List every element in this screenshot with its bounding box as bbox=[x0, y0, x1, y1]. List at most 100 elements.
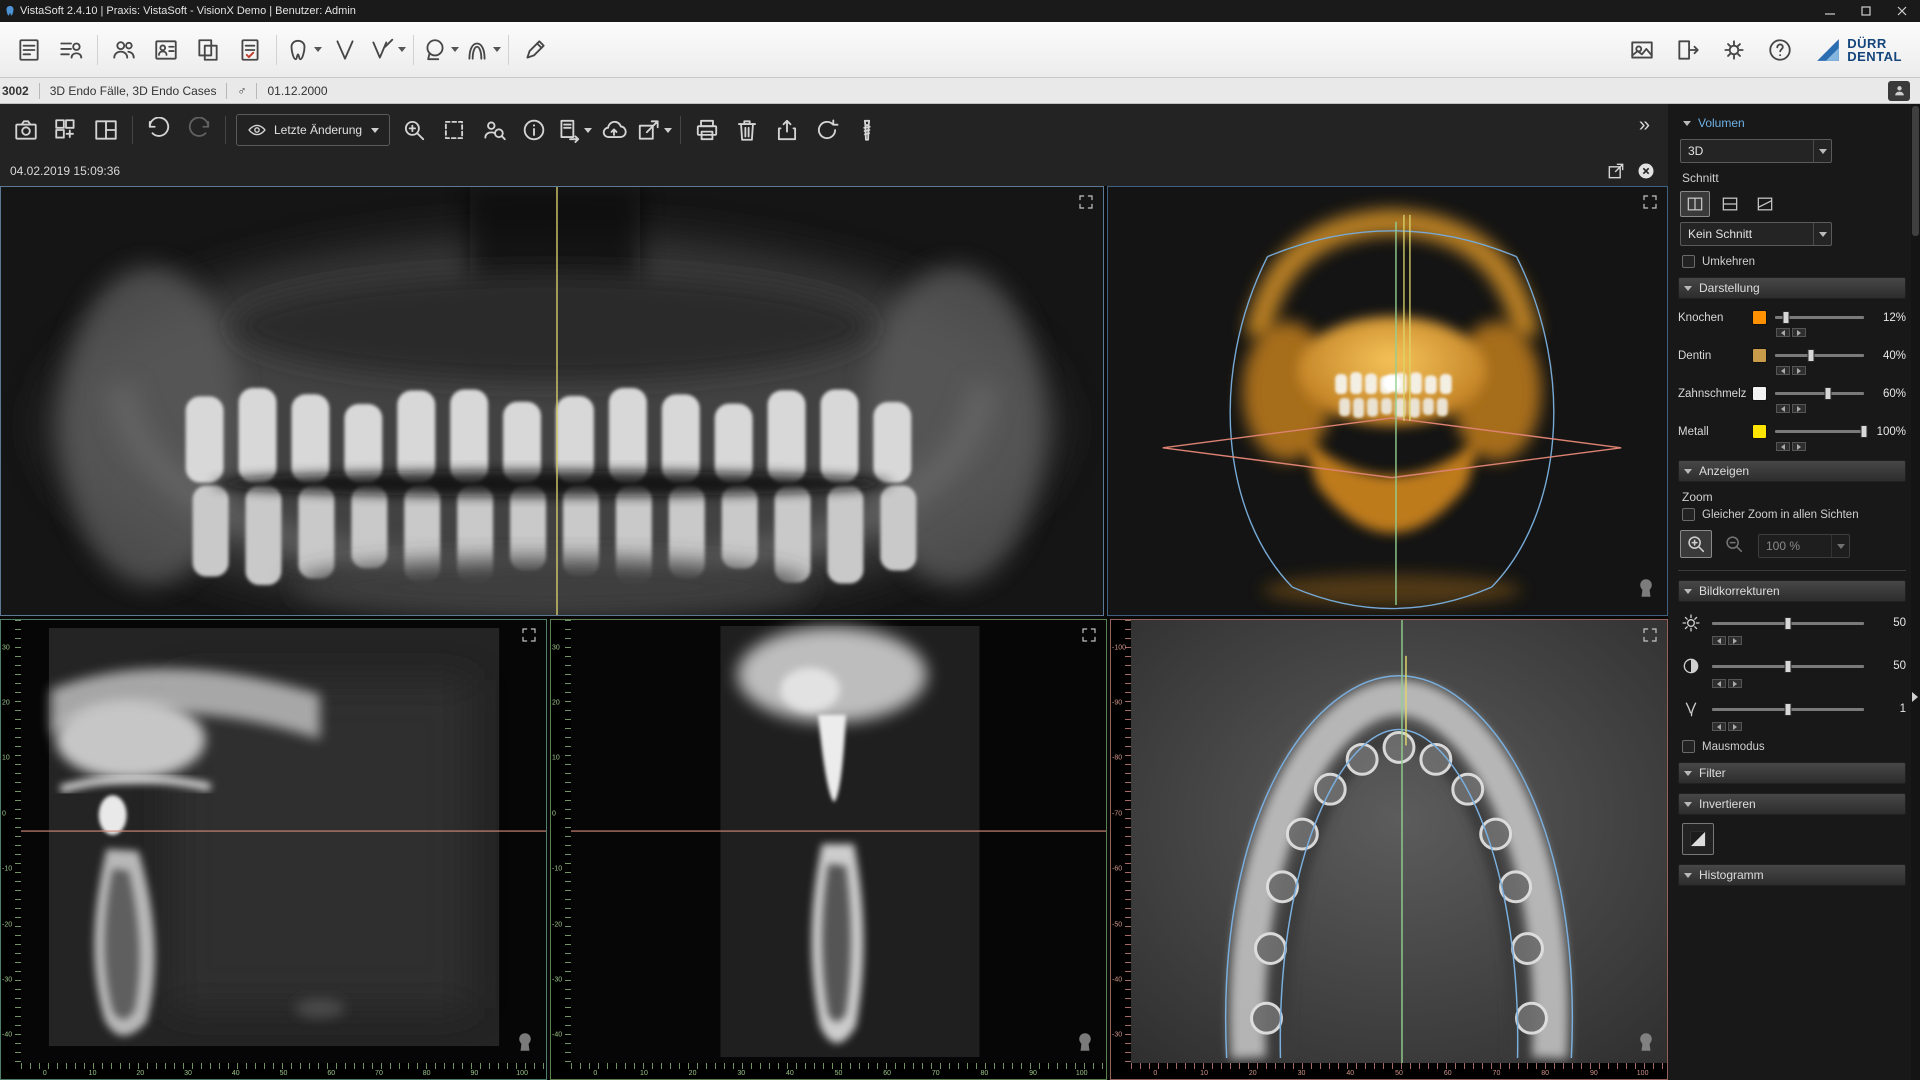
implant-tool-button[interactable] bbox=[847, 110, 887, 150]
panel-axial[interactable]: -100-90-80-70-60-50-40-30 01020304050607… bbox=[1110, 619, 1668, 1080]
section-invertieren[interactable]: Invertieren bbox=[1678, 793, 1906, 815]
slider-steppers[interactable] bbox=[1712, 679, 1906, 688]
slider-thumb[interactable] bbox=[1782, 311, 1789, 324]
report-export-button[interactable] bbox=[554, 110, 594, 150]
opacity-slider[interactable] bbox=[1775, 316, 1864, 319]
export-view-button[interactable] bbox=[634, 110, 674, 150]
patients-button[interactable] bbox=[103, 28, 145, 72]
contrast-slider[interactable] bbox=[1712, 665, 1864, 668]
slider-thumb[interactable] bbox=[1825, 387, 1832, 400]
color-swatch[interactable] bbox=[1752, 348, 1767, 363]
patient-session-icon[interactable] bbox=[1888, 81, 1910, 101]
zoom-in-button[interactable] bbox=[1680, 530, 1712, 558]
sync-button[interactable] bbox=[807, 110, 847, 150]
section-anzeigen[interactable]: Anzeigen bbox=[1678, 460, 1906, 482]
magnify-button[interactable] bbox=[394, 110, 434, 150]
print-button[interactable] bbox=[687, 110, 727, 150]
patient-search-button[interactable] bbox=[474, 110, 514, 150]
slider-steppers[interactable] bbox=[1776, 366, 1906, 375]
document-status-button[interactable] bbox=[229, 28, 271, 72]
patient-card-button[interactable] bbox=[145, 28, 187, 72]
zoom-level-select[interactable]: 100 % bbox=[1758, 534, 1850, 558]
scrollbar-thumb[interactable] bbox=[1912, 106, 1919, 236]
section-bildkorrekturen[interactable]: Bildkorrekturen bbox=[1678, 580, 1906, 602]
fullscreen-icon[interactable] bbox=[1641, 626, 1659, 649]
cloud-button[interactable] bbox=[594, 110, 634, 150]
section-filter[interactable]: Filter bbox=[1678, 762, 1906, 784]
umkehren-checkbox[interactable]: Umkehren bbox=[1682, 255, 1906, 268]
slice-vertical-button[interactable] bbox=[1680, 191, 1710, 217]
jaw-volume-button[interactable] bbox=[461, 28, 503, 72]
slice-horizontal-button[interactable] bbox=[1715, 191, 1745, 217]
transfer-button[interactable] bbox=[187, 28, 229, 72]
pen-button[interactable] bbox=[514, 28, 556, 72]
ceph-button[interactable] bbox=[419, 28, 461, 72]
invert-button[interactable] bbox=[1682, 823, 1714, 855]
slice-oblique-button[interactable] bbox=[1750, 191, 1780, 217]
tooth-menu-button[interactable] bbox=[282, 28, 324, 72]
orientation-head-icon[interactable] bbox=[514, 1030, 536, 1059]
close-view-icon[interactable] bbox=[1636, 161, 1656, 181]
fullscreen-icon[interactable] bbox=[520, 626, 538, 649]
section-volumen[interactable]: Volumen bbox=[1678, 112, 1906, 134]
info-button[interactable] bbox=[514, 110, 554, 150]
joblist-button[interactable] bbox=[8, 28, 50, 72]
color-swatch[interactable] bbox=[1752, 424, 1767, 439]
slider-steppers[interactable] bbox=[1776, 328, 1906, 337]
gamma-slider[interactable] bbox=[1712, 708, 1864, 711]
sidebar-scrollbar[interactable] bbox=[1911, 104, 1920, 1080]
orientation-head-icon[interactable] bbox=[1635, 576, 1657, 605]
slider-thumb[interactable] bbox=[1785, 617, 1792, 630]
panel-sagittal-2[interactable]: 3020100-10-20-30-40 01020304050607080901… bbox=[550, 619, 1107, 1080]
slider-steppers[interactable] bbox=[1776, 442, 1906, 451]
intraoral-button[interactable] bbox=[324, 28, 366, 72]
delete-button[interactable] bbox=[727, 110, 767, 150]
orientation-head-icon[interactable] bbox=[1074, 1030, 1096, 1059]
slider-steppers[interactable] bbox=[1712, 636, 1906, 645]
zoom-out-button[interactable] bbox=[1718, 530, 1750, 558]
minimize-button[interactable] bbox=[1812, 0, 1848, 22]
media-import-button[interactable] bbox=[1621, 28, 1663, 72]
slice-select[interactable]: Kein Schnitt bbox=[1680, 222, 1832, 246]
logout-button[interactable] bbox=[1667, 28, 1709, 72]
color-swatch[interactable] bbox=[1752, 386, 1767, 401]
opacity-slider[interactable] bbox=[1775, 354, 1864, 357]
fullscreen-icon[interactable] bbox=[1077, 193, 1095, 216]
panel-collapse-arrow[interactable] bbox=[1912, 692, 1918, 702]
opacity-slider[interactable] bbox=[1775, 430, 1864, 433]
slider-thumb[interactable] bbox=[1785, 660, 1792, 673]
slider-thumb[interactable] bbox=[1785, 703, 1792, 716]
panel-sagittal-1[interactable]: 3020100-10-20-30-40 01020304050607080901… bbox=[0, 619, 547, 1080]
section-histogramm[interactable]: Histogramm bbox=[1678, 864, 1906, 886]
mausmodus-checkbox[interactable]: Mausmodus bbox=[1682, 740, 1906, 753]
panel-panoramic[interactable] bbox=[0, 186, 1104, 616]
brightness-slider[interactable] bbox=[1712, 622, 1864, 625]
add-view-button[interactable] bbox=[46, 110, 86, 150]
intraoral-angle-button[interactable] bbox=[366, 28, 408, 72]
orientation-head-icon[interactable] bbox=[1635, 1030, 1657, 1059]
slider-steppers[interactable] bbox=[1712, 722, 1906, 731]
acquire-image-button[interactable] bbox=[6, 110, 46, 150]
slider-thumb[interactable] bbox=[1807, 349, 1814, 362]
maximize-button[interactable] bbox=[1848, 0, 1884, 22]
volume-mode-select[interactable]: 3D bbox=[1680, 139, 1832, 163]
patient-name[interactable]: 3D Endo Fälle, 3D Endo Cases bbox=[50, 84, 217, 98]
opacity-slider[interactable] bbox=[1775, 392, 1864, 395]
section-darstellung[interactable]: Darstellung bbox=[1678, 277, 1906, 299]
more-tools-button[interactable]: » bbox=[1639, 114, 1650, 137]
settings-button[interactable] bbox=[1713, 28, 1755, 72]
fullscreen-icon[interactable] bbox=[1080, 626, 1098, 649]
redo-button[interactable] bbox=[179, 110, 219, 150]
fullscreen-icon[interactable] bbox=[1641, 193, 1659, 216]
worklist-button[interactable] bbox=[50, 28, 92, 72]
same-zoom-checkbox[interactable]: Gleicher Zoom in allen Sichten bbox=[1682, 508, 1906, 521]
close-button[interactable] bbox=[1884, 0, 1920, 22]
layout-button[interactable] bbox=[86, 110, 126, 150]
slider-steppers[interactable] bbox=[1776, 404, 1906, 413]
slider-thumb[interactable] bbox=[1861, 425, 1868, 438]
color-swatch[interactable] bbox=[1752, 310, 1767, 325]
panel-3d-volume[interactable] bbox=[1107, 186, 1668, 616]
share-button[interactable] bbox=[767, 110, 807, 150]
popout-icon[interactable] bbox=[1606, 161, 1626, 181]
undo-button[interactable] bbox=[139, 110, 179, 150]
